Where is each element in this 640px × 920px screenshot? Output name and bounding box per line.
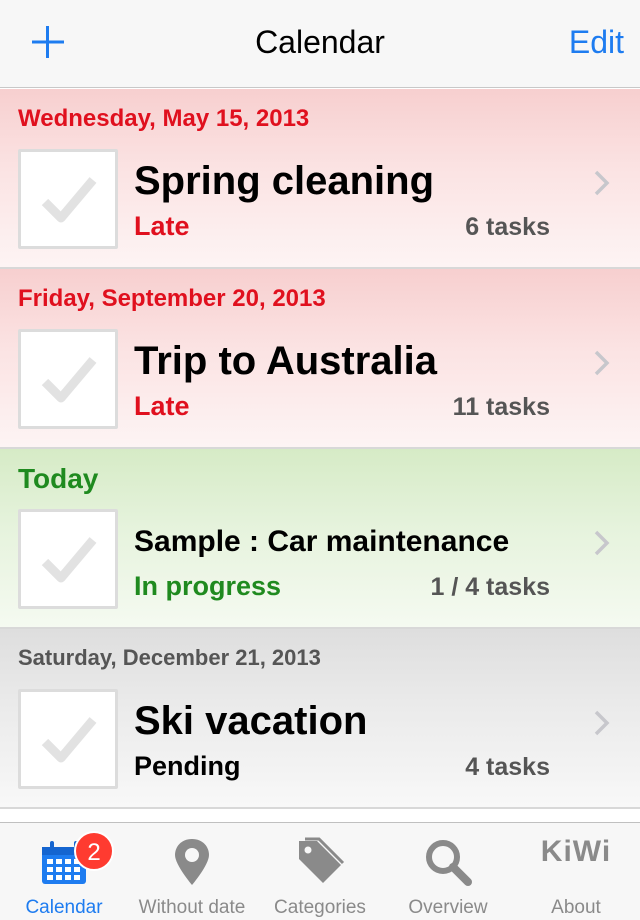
tab-label: Without date <box>138 897 246 918</box>
task-count: 11 tasks <box>452 393 550 421</box>
section-date-header: Wednesday, May 15, 2013 <box>18 105 310 132</box>
item-title: Ski vacation <box>134 699 368 743</box>
kiwi-logo-icon: KiWi <box>540 835 612 868</box>
tab-bar: 2 Calendar Without date Categories Overv… <box>0 822 640 920</box>
checkmark-icon <box>41 357 97 403</box>
checkmark-icon <box>41 537 97 583</box>
tags-icon <box>299 837 345 883</box>
calendar-item-row[interactable]: Wednesday, May 15, 2013 Spring cleaning … <box>0 89 640 269</box>
chevron-right-icon <box>594 530 610 556</box>
item-status: In progress <box>134 571 282 601</box>
page-title: Calendar <box>255 24 385 60</box>
item-status: Pending <box>134 751 241 781</box>
completion-checkbox[interactable] <box>18 689 118 789</box>
location-pin-icon <box>175 839 209 885</box>
tab-label: About <box>551 897 601 918</box>
search-icon <box>426 840 472 886</box>
calendar-item-row[interactable]: Today Sample : Car maintenance In progre… <box>0 449 640 629</box>
item-status: Late <box>134 211 190 241</box>
item-title: Sample : Car maintenance <box>134 525 510 558</box>
tab-overview[interactable]: Overview <box>384 823 512 920</box>
completion-checkbox[interactable] <box>18 509 118 609</box>
chevron-right-icon <box>594 170 610 196</box>
tab-without-date[interactable]: Without date <box>128 823 256 920</box>
section-date-header: Saturday, December 21, 2013 <box>18 645 321 670</box>
task-count: 4 tasks <box>465 753 550 781</box>
tab-about[interactable]: KiWi About <box>512 823 640 920</box>
item-title: Spring cleaning <box>134 159 435 203</box>
checkmark-icon <box>41 177 97 223</box>
chevron-right-icon <box>594 710 610 736</box>
tab-calendar[interactable]: 2 Calendar <box>0 823 128 920</box>
item-title: Trip to Australia <box>134 339 438 383</box>
task-count: 6 tasks <box>465 213 550 241</box>
edit-button[interactable]: Edit <box>569 24 624 61</box>
calendar-item-row[interactable]: Friday, September 20, 2013 Trip to Austr… <box>0 269 640 449</box>
calendar-item-row[interactable]: Saturday, December 21, 2013 Ski vacation… <box>0 629 640 809</box>
tab-label: Calendar <box>25 897 103 918</box>
section-date-header: Friday, September 20, 2013 <box>18 285 326 312</box>
completion-checkbox[interactable] <box>18 149 118 249</box>
section-date-header: Today <box>18 463 99 494</box>
chevron-right-icon <box>594 350 610 376</box>
tab-label: Overview <box>408 897 488 918</box>
tab-label: Categories <box>274 897 366 918</box>
checkmark-icon <box>41 717 97 763</box>
tab-categories[interactable]: Categories <box>256 823 384 920</box>
navigation-bar: Calendar Edit <box>0 0 640 88</box>
task-count: 1 / 4 tasks <box>430 573 550 601</box>
item-status: Late <box>134 391 190 421</box>
notification-badge: 2 <box>74 831 114 871</box>
completion-checkbox[interactable] <box>18 329 118 429</box>
